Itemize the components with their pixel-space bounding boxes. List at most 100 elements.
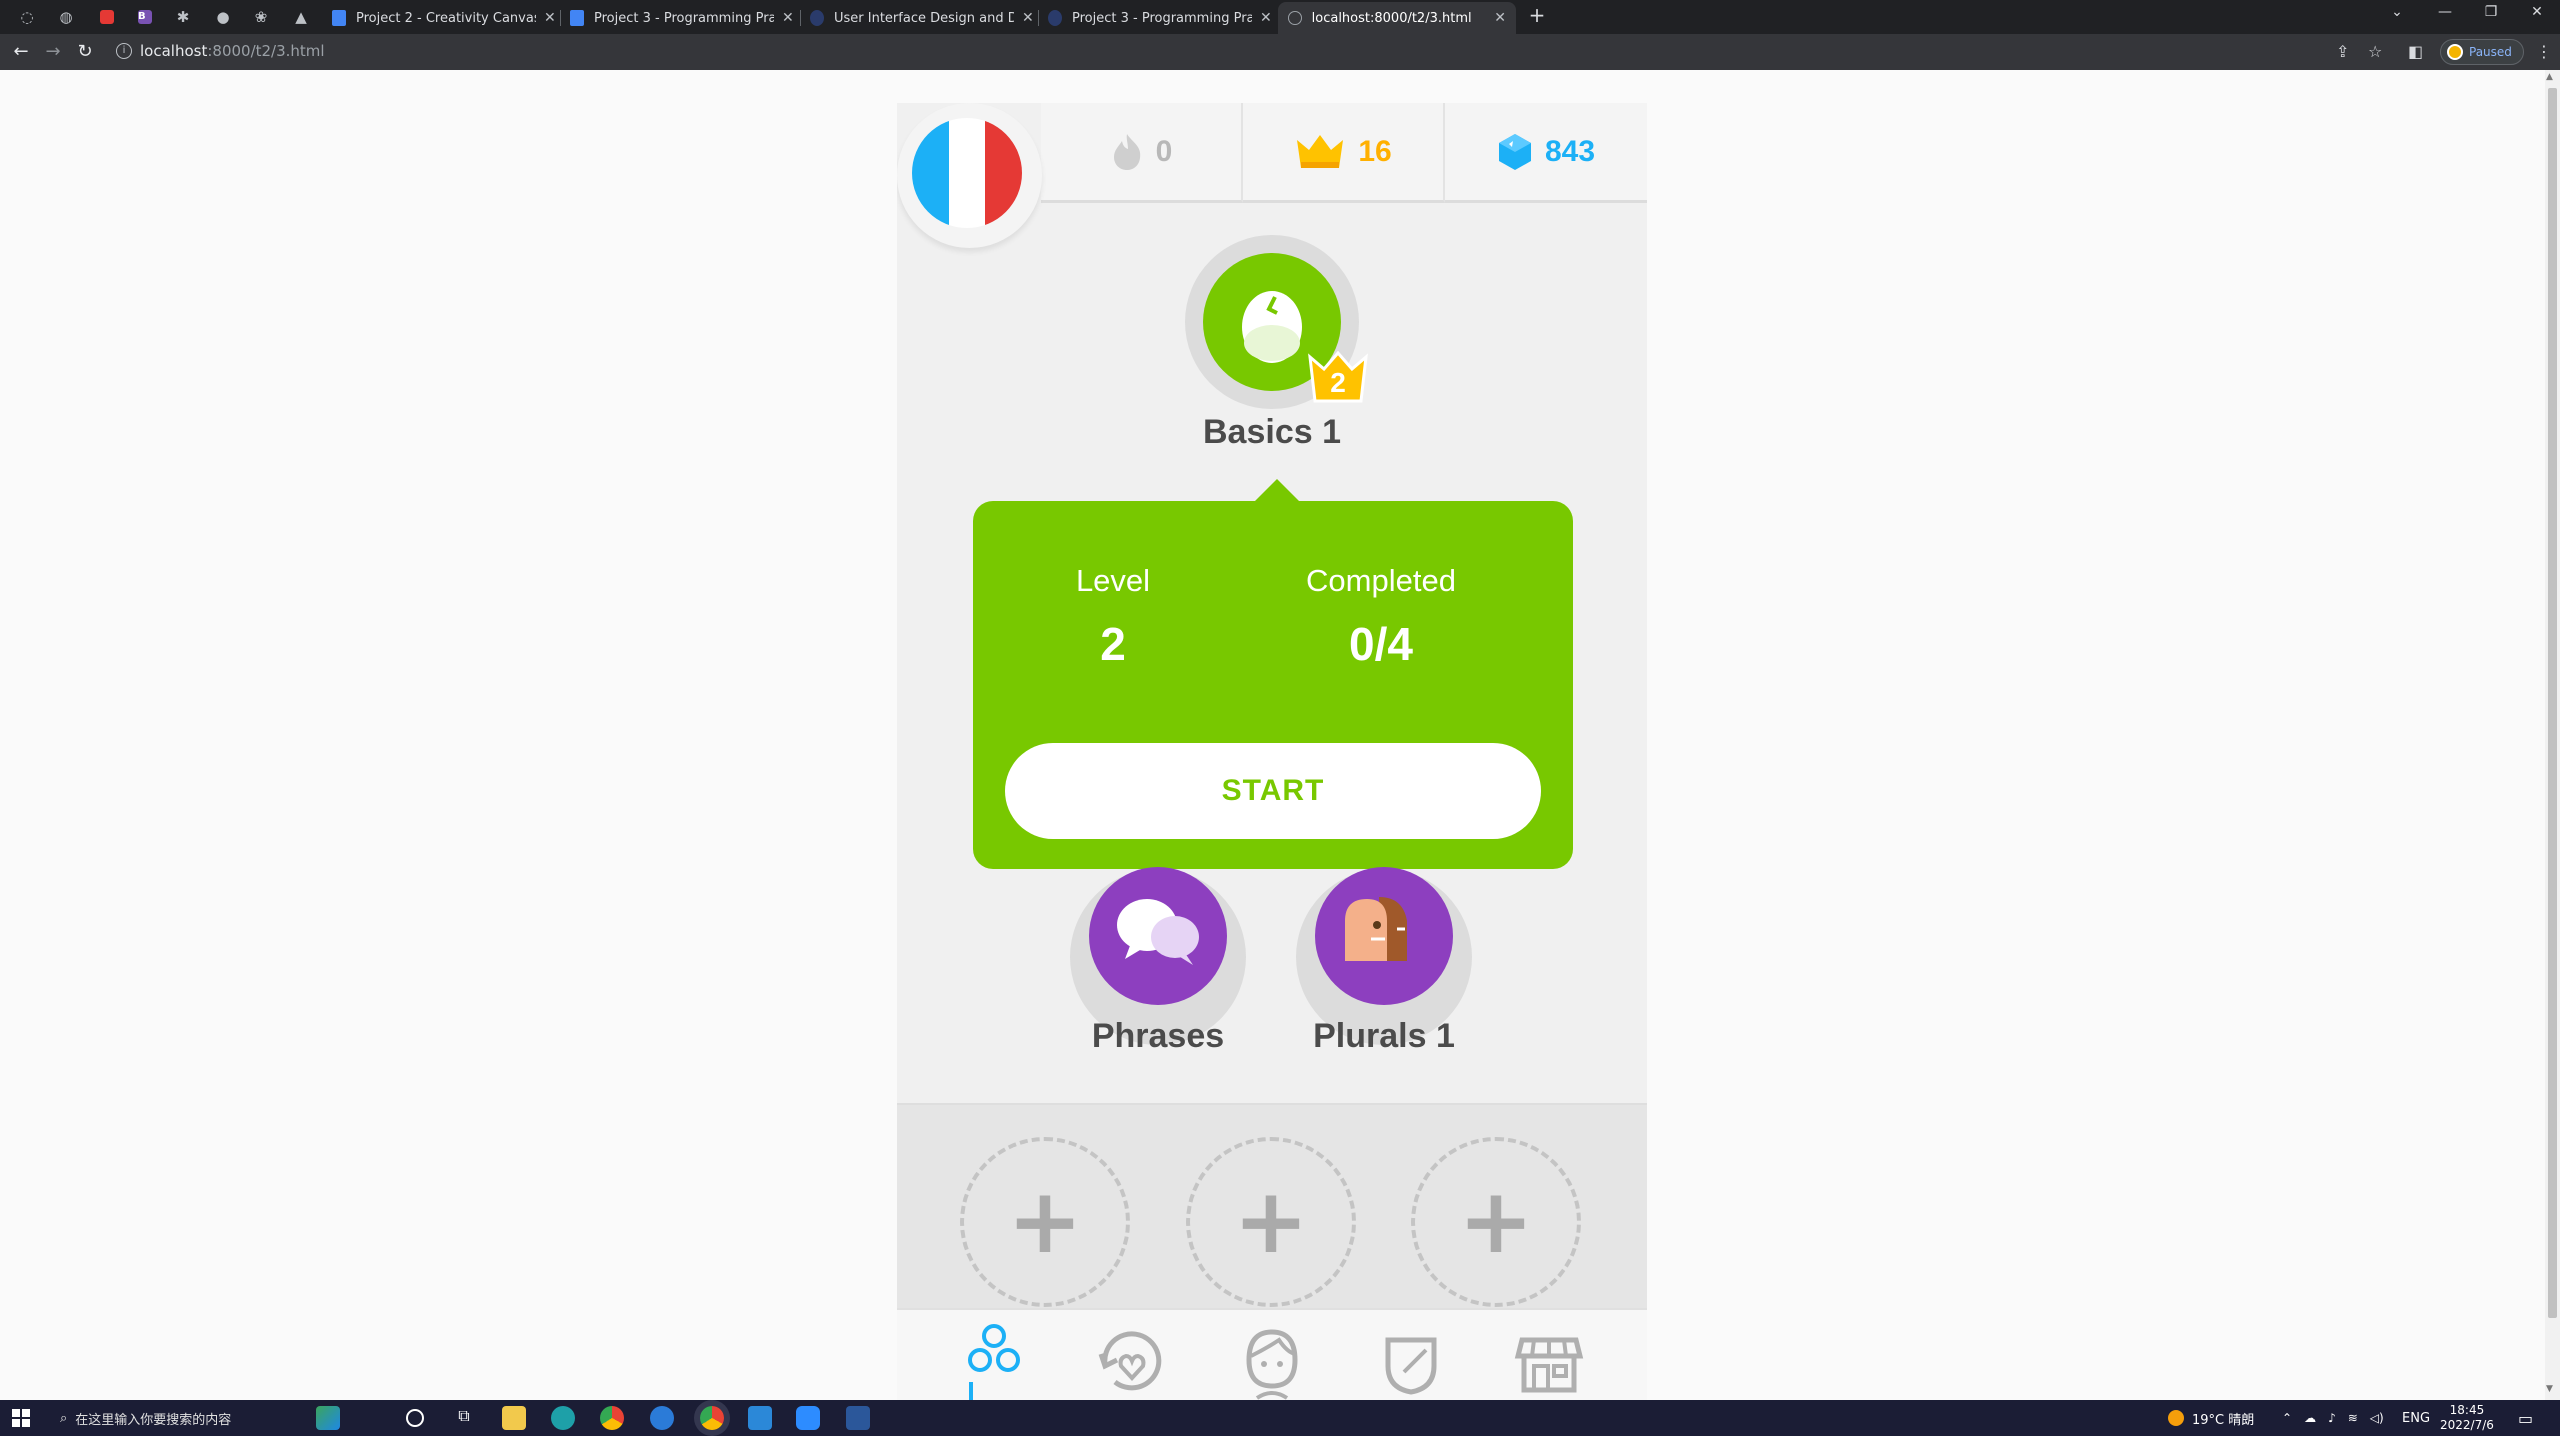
chrome-icon[interactable]: [600, 1406, 624, 1430]
gems-count: 843: [1544, 134, 1596, 168]
url-path: :8000/t2/3.html: [207, 42, 325, 60]
zoom-icon[interactable]: [796, 1406, 820, 1430]
pinned-tab-icon[interactable]: [96, 6, 118, 28]
browser-tab[interactable]: Project 3 - Programming Practi ✕: [1038, 2, 1282, 34]
browser-tab[interactable]: User Interface Design and Dev ✕: [800, 2, 1044, 34]
practice-icon: [1098, 1331, 1162, 1391]
popup-pointer: [1253, 479, 1301, 503]
tab-title: Project 3 - Programming Practi: [1072, 10, 1252, 26]
system-tray[interactable]: ⌃ ☁ ♪ ≋ ◁): [2282, 1400, 2384, 1436]
volume-icon[interactable]: ◁): [2370, 1411, 2384, 1425]
bottom-navigation: [897, 1308, 1647, 1400]
pinned-tab-icon[interactable]: ❀: [250, 6, 272, 28]
mic-icon[interactable]: ♪: [2328, 1411, 2336, 1425]
streak-stat[interactable]: 0: [1041, 103, 1243, 203]
pinned-tab-icon[interactable]: ◍: [55, 6, 77, 28]
shield-icon: [1385, 1337, 1437, 1395]
drive-icon[interactable]: ▲: [290, 6, 312, 28]
gems-stat[interactable]: 843: [1445, 103, 1647, 203]
windows-start-icon[interactable]: [12, 1409, 30, 1427]
browser-tab[interactable]: Project 3 - Programming Practi ✕: [560, 2, 804, 34]
tab-search-icon[interactable]: ⌄: [2382, 4, 2412, 20]
nav-leagues[interactable]: [1376, 1320, 1446, 1400]
locked-skills-row: + + +: [897, 1103, 1647, 1308]
nav-learn[interactable]: [959, 1320, 1029, 1400]
close-icon[interactable]: ✕: [544, 10, 556, 26]
crowns-count: 16: [1358, 134, 1392, 168]
language-indicator[interactable]: ENG: [2402, 1400, 2430, 1436]
profile-paused-button[interactable]: Paused: [2440, 39, 2524, 65]
site-icon: [1048, 10, 1062, 26]
skill-phrases-button[interactable]: [1089, 867, 1227, 1005]
vscode-icon[interactable]: [748, 1406, 772, 1430]
notification-icon[interactable]: ▭: [2518, 1400, 2533, 1436]
streak-count: 0: [1155, 134, 1173, 168]
browser-toolbar: ← → ↻ i localhost:8000/t2/3.html ⇪ ☆ ◧ P…: [0, 34, 2560, 70]
nav-profile[interactable]: [1237, 1320, 1307, 1400]
github-icon[interactable]: ●: [212, 6, 234, 28]
star-icon[interactable]: ☆: [2368, 42, 2382, 61]
people-icon: [1345, 897, 1407, 961]
nav-practice[interactable]: [1097, 1320, 1167, 1400]
tab-title: Project 3 - Programming Practi: [594, 10, 774, 26]
clock[interactable]: 18:45 2022/7/6: [2440, 1400, 2494, 1436]
skill-popup: Level 2 Completed 0/4 START: [973, 501, 1573, 869]
scroll-down-arrow[interactable]: ▼: [2546, 1384, 2553, 1394]
language-flag-button[interactable]: [897, 103, 1042, 248]
close-icon[interactable]: ✕: [1494, 10, 1506, 26]
share-icon[interactable]: ⇪: [2336, 42, 2349, 61]
french-flag-icon: [912, 118, 1022, 228]
menu-icon[interactable]: ⋮: [2536, 42, 2552, 61]
crown-icon: [1297, 134, 1344, 168]
reload-icon[interactable]: ↻: [74, 41, 96, 63]
taskbar-search[interactable]: ⌕ 在这里输入你要搜索的内容: [48, 1400, 348, 1436]
info-icon[interactable]: i: [116, 43, 132, 59]
close-icon[interactable]: ✕: [1260, 10, 1272, 26]
pinned-tab-icon[interactable]: ◌: [16, 6, 38, 28]
scrollbar-thumb[interactable]: [2548, 88, 2557, 1318]
slack-icon[interactable]: ✱: [172, 6, 194, 28]
nav-shop[interactable]: [1514, 1320, 1584, 1400]
widget-icon[interactable]: [316, 1406, 340, 1430]
paused-label: Paused: [2469, 45, 2512, 59]
restore-button[interactable]: ❐: [2476, 4, 2506, 20]
scroll-up-arrow[interactable]: ▲: [2546, 72, 2553, 82]
close-icon[interactable]: ✕: [782, 10, 794, 26]
crowns-stat[interactable]: 16: [1243, 103, 1445, 203]
address-bar[interactable]: localhost:8000/t2/3.html: [140, 42, 325, 60]
start-button[interactable]: START: [1005, 743, 1541, 839]
locked-skill-slot: +: [960, 1137, 1130, 1307]
new-tab-button[interactable]: +: [1522, 3, 1552, 27]
back-icon[interactable]: ←: [10, 41, 32, 63]
close-window-button[interactable]: ✕: [2522, 4, 2552, 20]
skill-basics-title[interactable]: Basics 1: [1122, 413, 1422, 452]
level-label: Level: [1075, 563, 1151, 598]
wifi-icon[interactable]: ≋: [2348, 1411, 2358, 1425]
chrome-icon[interactable]: [700, 1406, 724, 1430]
task-view-icon[interactable]: ⧉: [452, 1406, 476, 1430]
speech-bubbles-icon: [1117, 899, 1199, 965]
side-panel-icon[interactable]: ◧: [2408, 42, 2423, 61]
skill-plurals-button[interactable]: [1315, 867, 1453, 1005]
app-icon[interactable]: [650, 1406, 674, 1430]
forward-icon[interactable]: →: [42, 41, 64, 63]
cortana-icon[interactable]: [406, 1409, 424, 1427]
close-icon[interactable]: ✕: [1022, 10, 1034, 26]
search-icon: ⌕: [60, 1410, 68, 1426]
chevron-up-icon[interactable]: ⌃: [2282, 1411, 2292, 1425]
clock-time: 18:45: [2449, 1403, 2485, 1417]
file-explorer-icon[interactable]: [502, 1406, 526, 1430]
minimize-button[interactable]: —: [2430, 4, 2460, 20]
weather-widget[interactable]: 19°C 晴朗: [2168, 1400, 2254, 1436]
pinned-tab-icon[interactable]: B: [134, 6, 156, 28]
tab-title: User Interface Design and Dev: [834, 10, 1014, 26]
browser-tab[interactable]: Project 2 - Creativity Canvas - ( ✕: [322, 2, 566, 34]
edge-icon[interactable]: [551, 1406, 575, 1430]
browser-tab-active[interactable]: localhost:8000/t2/3.html ✕: [1278, 2, 1516, 34]
windows-taskbar: ⌕ 在这里输入你要搜索的内容 ⧉ 19°C 晴朗 ⌃ ☁ ♪ ≋ ◁) ENG …: [0, 1400, 2560, 1436]
skill-plurals-title[interactable]: Plurals 1: [1234, 1017, 1534, 1056]
cloud-icon[interactable]: ☁: [2304, 1411, 2316, 1425]
word-icon[interactable]: [846, 1406, 870, 1430]
completed-value: 0/4: [1349, 618, 1413, 670]
duolingo-app: 0 16 843 2 Basics 1 Level 2 Completed 0/…: [897, 103, 1647, 1400]
